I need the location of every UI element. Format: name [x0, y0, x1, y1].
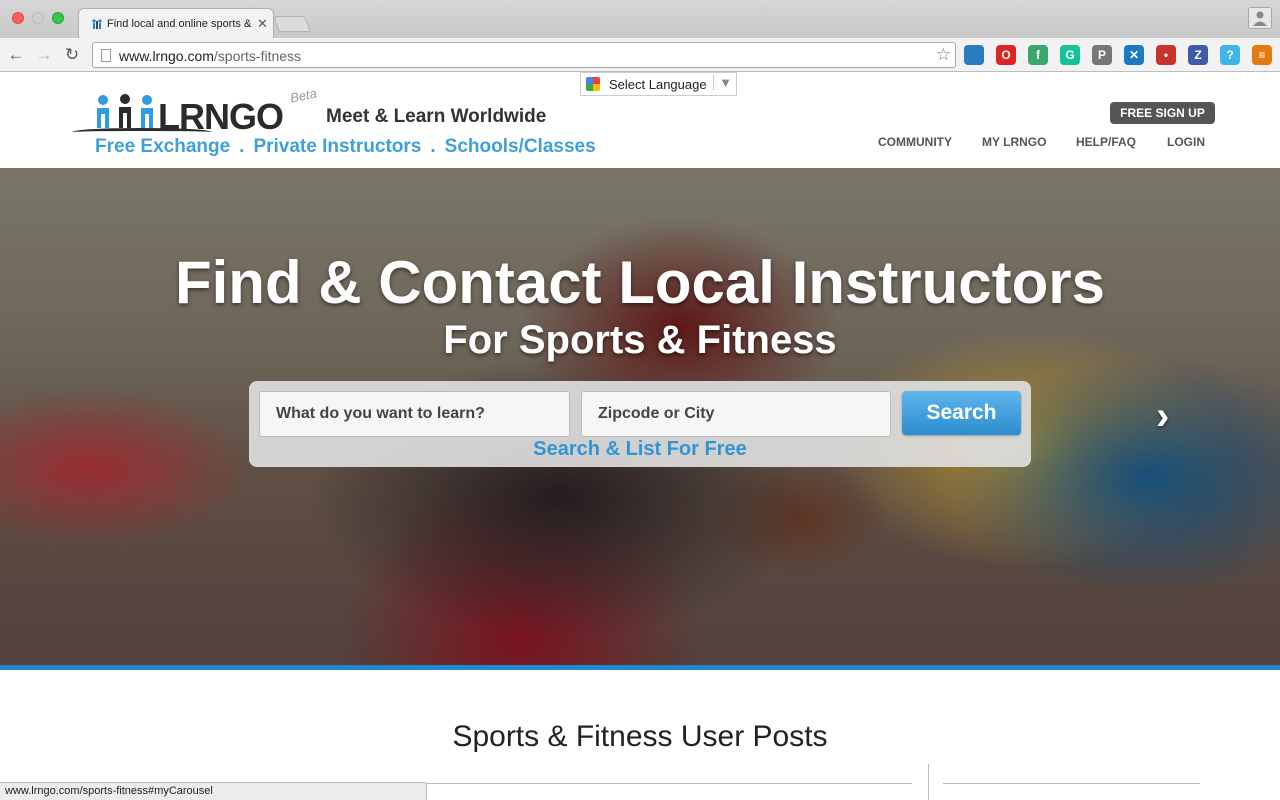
web-page: Select Language ▼ LRNGO Beta Meet & Lear… — [0, 72, 1280, 800]
free-signup-button[interactable]: FREE SIGN UP — [1110, 102, 1215, 124]
zotero-icon[interactable]: Z — [1188, 45, 1208, 65]
help-ext-icon[interactable]: ? — [1220, 45, 1240, 65]
tab-title: Find local and online sports & — [107, 18, 252, 30]
new-tab-button[interactable] — [273, 16, 311, 32]
reload-icon[interactable]: ↻ — [62, 45, 82, 65]
hero-bottom-bar — [0, 665, 1280, 670]
search-input[interactable] — [259, 391, 570, 437]
link-free-exchange[interactable]: Free Exchange — [95, 136, 230, 157]
language-label: Select Language — [609, 77, 707, 92]
link-separator: . — [239, 136, 245, 157]
menu-icon[interactable]: ≡ — [1252, 45, 1272, 65]
nav-help-faq[interactable]: HELP/FAQ — [1076, 135, 1136, 149]
back-arrow-icon[interactable]: ← — [6, 45, 26, 65]
nav-my-lrngo[interactable]: MY LRNGO — [982, 135, 1046, 149]
browser-titlebar: Find local and online sports & ✕ — [0, 0, 1280, 38]
link-separator: . — [430, 136, 436, 157]
browser-toolbar: ← → ↻ www.lrngo.com/sports-fitness ☆ OfG… — [0, 38, 1280, 72]
hero-carousel: Find & Contact Local Instructors For Spo… — [0, 168, 1280, 665]
signal-ext-icon[interactable]: • — [1156, 45, 1176, 65]
logo-swoosh — [72, 128, 212, 136]
bookmark-ext-icon[interactable]: ✕ — [1124, 45, 1144, 65]
person-icon — [1253, 11, 1267, 26]
feedly-icon[interactable]: f — [1028, 45, 1048, 65]
carousel-next-chevron-icon[interactable]: › — [1156, 396, 1186, 436]
category-links: Free Exchange. Private Instructors. School… — [95, 136, 596, 158]
site-logo[interactable]: LRNGO Beta — [72, 85, 322, 138]
people-logo-icon — [97, 94, 153, 128]
link-schools-classes[interactable]: Schools/Classes — [445, 136, 596, 157]
divider — [425, 783, 912, 784]
browser-tab[interactable]: Find local and online sports & ✕ — [78, 8, 274, 38]
hero-title: Find & Contact Local Instructors — [174, 249, 1106, 316]
google-translate-icon — [586, 77, 600, 91]
address-url[interactable]: www.lrngo.com/sports-fitness — [119, 48, 301, 64]
divider — [943, 783, 1200, 784]
profile-button[interactable] — [1248, 7, 1272, 29]
language-selector[interactable]: Select Language ▼ — [580, 72, 737, 96]
window-close-button[interactable] — [12, 12, 24, 24]
page-icon — [101, 49, 111, 62]
tab-close-icon[interactable]: ✕ — [257, 16, 268, 32]
section-title: Sports & Fitness User Posts — [452, 720, 828, 753]
nav-community[interactable]: COMMUNITY — [878, 135, 952, 149]
hero-subtitle: For Sports & Fitness — [443, 318, 837, 362]
lrngo-favicon-icon — [92, 19, 102, 29]
opera-icon[interactable]: O — [996, 45, 1016, 65]
nav-login[interactable]: LOGIN — [1167, 135, 1205, 149]
status-bar: www.lrngo.com/sports-fitness#myCarousel — [0, 782, 427, 800]
address-bar[interactable]: www.lrngo.com/sports-fitness ☆ — [92, 42, 956, 68]
new-badge-icon[interactable] — [964, 45, 984, 65]
location-input[interactable] — [581, 391, 891, 437]
search-panel: Search Search & List For Free — [249, 381, 1031, 467]
beta-label: Beta — [288, 85, 319, 106]
link-private-instructors[interactable]: Private Instructors — [253, 136, 421, 157]
forward-arrow-icon[interactable]: → — [34, 45, 54, 65]
window-minimize-button[interactable] — [32, 12, 44, 24]
bookmark-star-icon[interactable]: ☆ — [936, 45, 951, 65]
window-maximize-button[interactable] — [52, 12, 64, 24]
pocket-icon[interactable]: P — [1092, 45, 1112, 65]
dropdown-arrow-icon[interactable]: ▼ — [713, 75, 732, 90]
search-list-free-link[interactable]: Search & List For Free — [249, 438, 1031, 461]
tagline: Meet & Learn Worldwide — [326, 106, 547, 127]
divider-vertical — [928, 764, 929, 800]
search-button[interactable]: Search — [902, 391, 1021, 435]
grammarly-icon[interactable]: G — [1060, 45, 1080, 65]
